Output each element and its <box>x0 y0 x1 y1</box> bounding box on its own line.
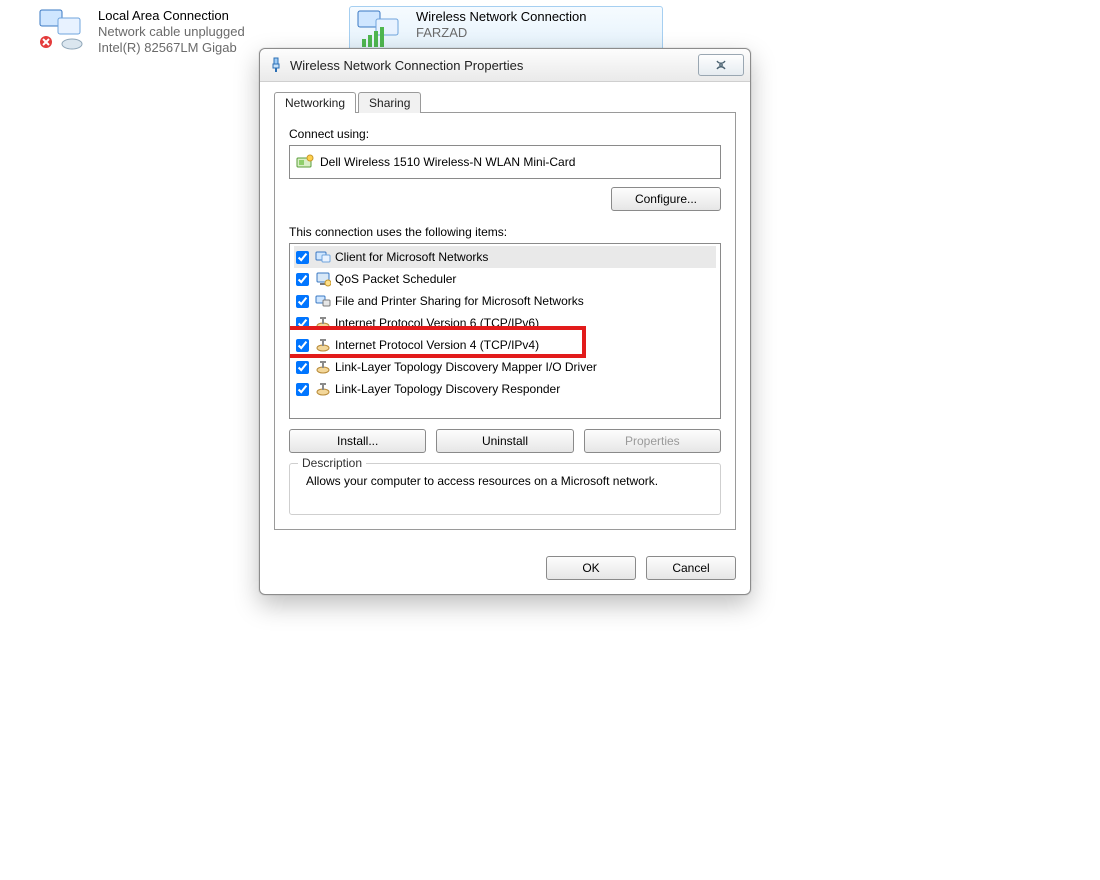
cancel-button[interactable]: Cancel <box>646 556 736 580</box>
lan-adapter: Intel(R) 82567LM Gigab <box>98 40 245 56</box>
client-icon <box>315 249 331 265</box>
item-checkbox[interactable] <box>296 295 309 308</box>
tab-networking[interactable]: Networking <box>274 92 356 113</box>
connection-item[interactable]: Link-Layer Topology Discovery Mapper I/O… <box>294 356 716 378</box>
item-checkbox[interactable] <box>296 383 309 396</box>
connection-lan[interactable]: Local Area Connection Network cable unpl… <box>34 8 245 56</box>
properties-button: Properties <box>584 429 721 453</box>
connection-item[interactable]: File and Printer Sharing for Microsoft N… <box>294 290 716 312</box>
nic-icon <box>296 154 314 170</box>
proto-icon <box>315 337 331 353</box>
item-label: QoS Packet Scheduler <box>335 272 456 286</box>
connect-using-label: Connect using: <box>289 127 721 141</box>
qos-icon <box>315 271 331 287</box>
dialog-title: Wireless Network Connection Properties <box>290 58 698 73</box>
description-group: Description Allows your computer to acce… <box>289 463 721 515</box>
description-text: Allows your computer to access resources… <box>300 474 710 488</box>
lan-status: Network cable unplugged <box>98 24 245 40</box>
description-legend: Description <box>298 456 366 470</box>
configure-button[interactable]: Configure... <box>611 187 721 211</box>
lan-title: Local Area Connection <box>98 8 245 24</box>
item-label: Internet Protocol Version 6 (TCP/IPv6) <box>335 316 539 330</box>
adapter-name: Dell Wireless 1510 Wireless-N WLAN Mini-… <box>320 155 575 169</box>
tabstrip: Networking Sharing <box>274 92 736 113</box>
properties-dialog: Wireless Network Connection Properties N… <box>259 48 751 595</box>
item-label: Link-Layer Topology Discovery Responder <box>335 382 560 396</box>
connection-item[interactable]: Client for Microsoft Networks <box>294 246 716 268</box>
wlan-icon <box>352 9 408 53</box>
item-label: Internet Protocol Version 4 (TCP/IPv4) <box>335 338 539 352</box>
item-label: Link-Layer Topology Discovery Mapper I/O… <box>335 360 597 374</box>
proto-icon <box>315 381 331 397</box>
connection-item[interactable]: QoS Packet Scheduler <box>294 268 716 290</box>
item-checkbox[interactable] <box>296 339 309 352</box>
install-button[interactable]: Install... <box>289 429 426 453</box>
close-button[interactable] <box>698 54 744 76</box>
connection-item[interactable]: Link-Layer Topology Discovery Responder <box>294 378 716 400</box>
wlan-title: Wireless Network Connection <box>416 9 587 25</box>
item-checkbox[interactable] <box>296 273 309 286</box>
proto-icon <box>315 359 331 375</box>
uninstall-button[interactable]: Uninstall <box>436 429 573 453</box>
wlan-ssid: FARZAD <box>416 25 587 41</box>
tab-sharing[interactable]: Sharing <box>358 92 421 113</box>
close-icon <box>715 60 727 70</box>
connection-item[interactable]: Internet Protocol Version 4 (TCP/IPv4) <box>294 334 716 356</box>
item-checkbox[interactable] <box>296 361 309 374</box>
connection-item[interactable]: Internet Protocol Version 6 (TCP/IPv6) <box>294 312 716 334</box>
connection-items-list[interactable]: Client for Microsoft Networks QoS Packet … <box>289 243 721 419</box>
item-checkbox[interactable] <box>296 317 309 330</box>
item-label: Client for Microsoft Networks <box>335 250 488 264</box>
lan-icon <box>34 8 90 52</box>
fps-icon <box>315 293 331 309</box>
ok-button[interactable]: OK <box>546 556 636 580</box>
item-checkbox[interactable] <box>296 251 309 264</box>
dialog-titlebar[interactable]: Wireless Network Connection Properties <box>260 49 750 82</box>
items-label: This connection uses the following items… <box>289 225 721 239</box>
adapter-field[interactable]: Dell Wireless 1510 Wireless-N WLAN Mini-… <box>289 145 721 179</box>
item-label: File and Printer Sharing for Microsoft N… <box>335 294 584 308</box>
adapter-icon <box>268 57 284 73</box>
tab-panel-networking: Connect using: Dell Wireless 1510 Wirele… <box>274 112 736 530</box>
proto-icon <box>315 315 331 331</box>
